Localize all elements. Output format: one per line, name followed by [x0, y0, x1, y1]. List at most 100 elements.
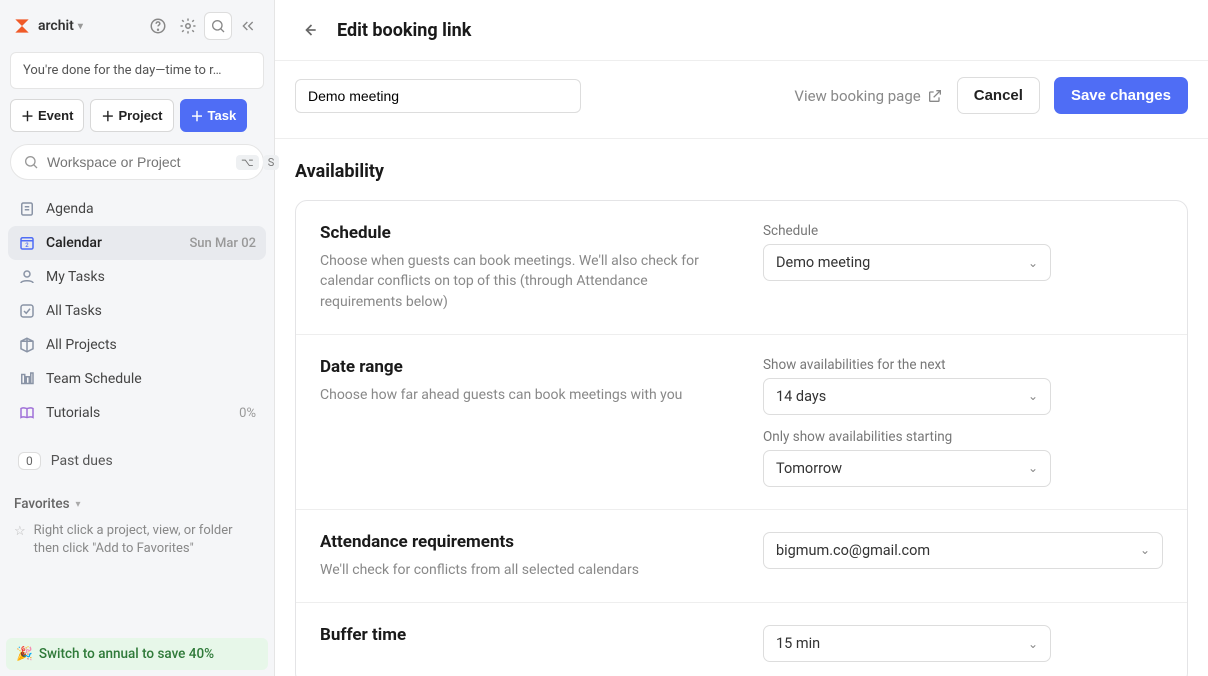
cube-icon	[18, 336, 36, 354]
kb-key-1: ⌥	[236, 155, 259, 170]
favorites-label: Favorites	[14, 496, 70, 512]
calendar-icon: 2	[18, 234, 36, 252]
back-button[interactable]	[295, 16, 323, 44]
nav-list: Agenda 2 Calendar Sun Mar 02 My Tasks Al…	[0, 192, 274, 430]
search-icon[interactable]	[204, 12, 232, 40]
booking-name-input[interactable]	[295, 79, 581, 113]
start-label: Only show availabilities starting	[763, 429, 1163, 445]
tutorials-progress: 0%	[239, 406, 256, 421]
user-icon	[18, 268, 36, 286]
search-icon	[23, 154, 39, 170]
view-booking-link[interactable]: View booking page	[794, 87, 942, 105]
new-task-label: Task	[208, 108, 237, 123]
favorites-hint-text: Right click a project, view, or folder t…	[34, 522, 260, 558]
plus-icon: ＋	[101, 106, 114, 125]
new-event-button[interactable]: ＋ Event	[10, 99, 84, 132]
promo-text: Switch to annual to save 40%	[39, 646, 214, 662]
workspace-search[interactable]: ⌥ S	[10, 144, 264, 180]
date-range-desc: Choose how far ahead guests can book mee…	[320, 385, 723, 405]
nav-label: All Tasks	[46, 303, 102, 319]
calendar-date: Sun Mar 02	[189, 236, 256, 251]
section-attendance: Attendance requirements We'll check for …	[296, 510, 1187, 603]
nav-my-tasks[interactable]: My Tasks	[8, 260, 266, 294]
save-button[interactable]: Save changes	[1054, 77, 1188, 114]
attendance-value: bigmum.co@gmail.com	[776, 542, 930, 559]
buffer-select[interactable]: 15 min ⌄	[763, 625, 1051, 662]
party-icon: 🎉	[16, 646, 33, 662]
content: Availability Schedule Choose when guests…	[275, 139, 1208, 676]
nav-team-schedule[interactable]: Team Schedule	[8, 362, 266, 396]
workspace-switcher[interactable]: archit ▾	[38, 18, 83, 34]
page-title: Edit booking link	[337, 20, 471, 41]
sidebar: archit ▾ You're done for the day—time to…	[0, 0, 275, 676]
chevron-down-icon: ⌄	[1028, 256, 1038, 270]
nav-tutorials[interactable]: Tutorials 0%	[8, 396, 266, 430]
top-icon-group	[144, 12, 262, 40]
new-project-button[interactable]: ＋ Project	[90, 99, 173, 132]
chevron-down-icon: ⌄	[1140, 543, 1150, 557]
chevron-down-icon: ▾	[76, 499, 81, 510]
external-link-icon	[927, 88, 943, 104]
new-project-label: Project	[118, 108, 162, 123]
past-dues-count: 0	[18, 452, 41, 470]
next-value: 14 days	[776, 388, 826, 405]
next-label: Show availabilities for the next	[763, 357, 1163, 373]
plus-icon: ＋	[21, 106, 34, 125]
cancel-button[interactable]: Cancel	[957, 77, 1040, 114]
workspace-search-input[interactable]	[47, 154, 228, 170]
help-icon[interactable]	[144, 12, 172, 40]
schedule-value: Demo meeting	[776, 254, 870, 271]
favorites-hint: ☆ Right click a project, view, or folder…	[0, 518, 274, 570]
nav-label: Calendar	[46, 235, 102, 251]
nav-agenda[interactable]: Agenda	[8, 192, 266, 226]
schedule-heading: Schedule	[320, 223, 723, 243]
chevron-down-icon: ⌄	[1028, 461, 1038, 475]
section-date-range: Date range Choose how far ahead guests c…	[296, 335, 1187, 510]
attendance-desc: We'll check for conflicts from all selec…	[320, 560, 723, 580]
chevron-down-icon: ⌄	[1028, 389, 1038, 403]
buffer-value: 15 min	[776, 635, 820, 652]
new-event-label: Event	[38, 108, 73, 123]
schedule-field-label: Schedule	[763, 223, 1163, 239]
favorites-heading[interactable]: Favorites ▾	[0, 476, 274, 518]
collapse-sidebar-icon[interactable]	[234, 12, 262, 40]
check-icon	[18, 302, 36, 320]
date-range-heading: Date range	[320, 357, 723, 377]
nav-label: Tutorials	[46, 405, 100, 421]
main: Edit booking link View booking page Canc…	[275, 0, 1208, 676]
header-row: Edit booking link	[275, 0, 1208, 61]
past-dues[interactable]: 0 Past dues	[0, 442, 274, 476]
start-value: Tomorrow	[776, 460, 842, 477]
section-schedule: Schedule Choose when guests can book mee…	[296, 201, 1187, 335]
app-logo-icon	[12, 16, 32, 36]
action-row: View booking page Cancel Save changes	[275, 61, 1208, 139]
kb-key-2: S	[263, 155, 280, 170]
chevron-down-icon: ⌄	[1028, 637, 1038, 651]
attendance-heading: Attendance requirements	[320, 532, 723, 552]
done-banner[interactable]: You're done for the day—time to r…	[10, 52, 264, 89]
sidebar-top: archit ▾	[0, 0, 274, 48]
nav-calendar[interactable]: 2 Calendar Sun Mar 02	[8, 226, 266, 260]
promo-banner[interactable]: 🎉 Switch to annual to save 40%	[6, 638, 268, 670]
nav-all-tasks[interactable]: All Tasks	[8, 294, 266, 328]
create-row: ＋ Event ＋ Project ＋ Task	[0, 99, 274, 144]
start-select[interactable]: Tomorrow ⌄	[763, 450, 1051, 487]
star-icon: ☆	[14, 523, 26, 558]
view-booking-label: View booking page	[794, 87, 920, 105]
attendance-select[interactable]: bigmum.co@gmail.com ⌄	[763, 532, 1163, 569]
kb-hint: ⌥ S	[236, 155, 279, 170]
nav-label: My Tasks	[46, 269, 105, 285]
section-title: Availability	[295, 161, 1188, 182]
book-icon	[18, 404, 36, 422]
nav-label: Agenda	[46, 201, 94, 217]
gear-icon[interactable]	[174, 12, 202, 40]
agenda-icon	[18, 200, 36, 218]
nav-all-projects[interactable]: All Projects	[8, 328, 266, 362]
svg-text:2: 2	[25, 242, 29, 249]
new-task-button[interactable]: ＋ Task	[180, 99, 248, 132]
nav-label: All Projects	[46, 337, 117, 353]
plus-icon: ＋	[191, 106, 204, 125]
schedule-select[interactable]: Demo meeting ⌄	[763, 244, 1051, 281]
section-buffer: Buffer time 15 min ⌄	[296, 603, 1187, 676]
next-select[interactable]: 14 days ⌄	[763, 378, 1051, 415]
